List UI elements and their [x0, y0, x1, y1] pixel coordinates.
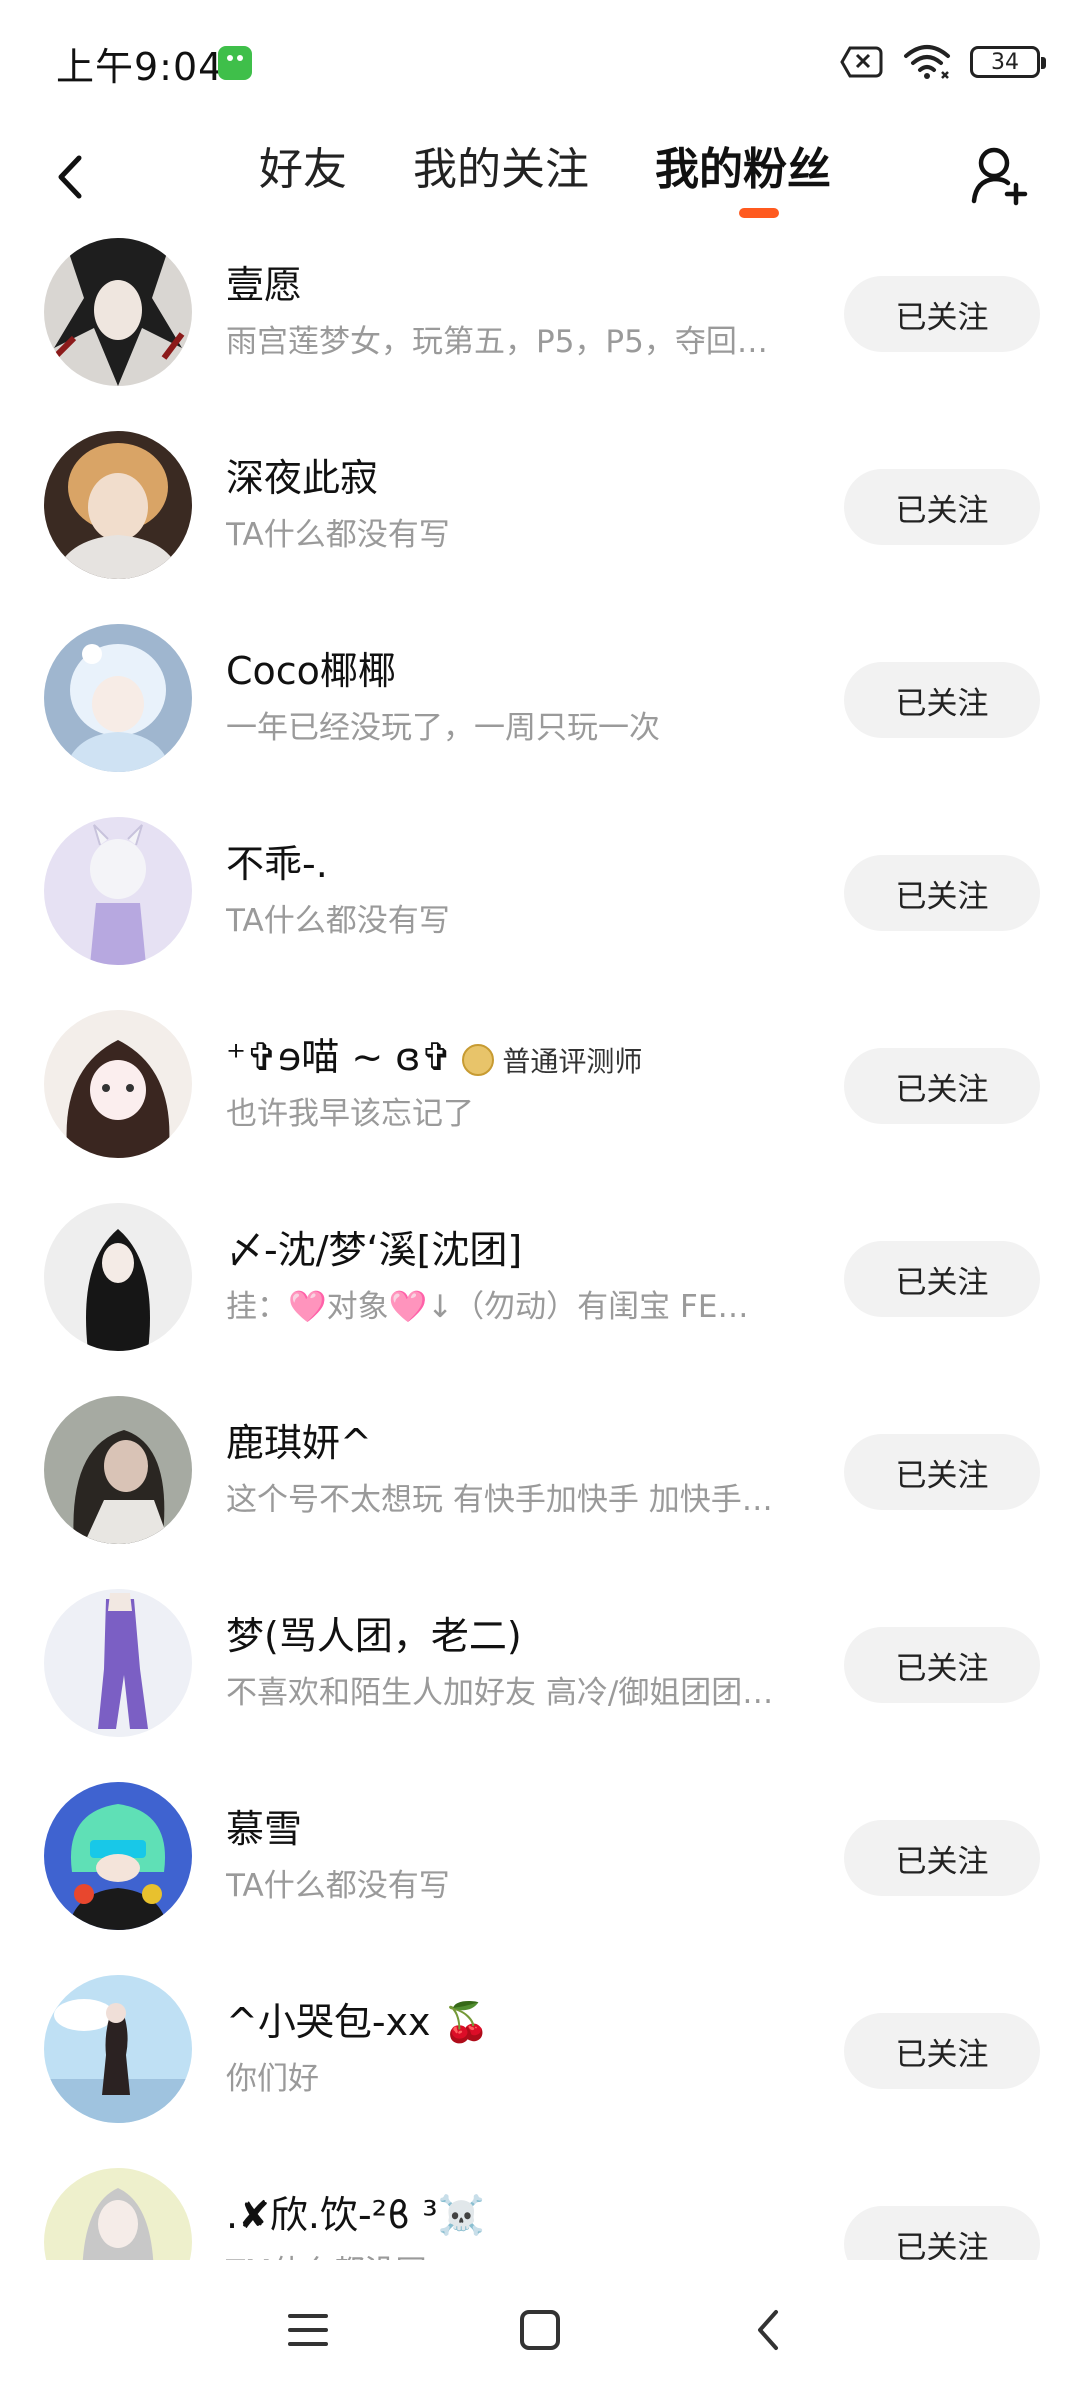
user-name: 深夜此寂	[226, 456, 379, 500]
avatar[interactable]	[44, 1782, 192, 1930]
list-item[interactable]: .✘欣.饮-²ϐ ³☠️ TM什么都没写 已关注	[0, 2120, 1080, 2260]
avatar[interactable]	[44, 624, 192, 772]
add-user-icon	[971, 147, 1028, 206]
tab-fans-label: 我的粉丝	[655, 144, 831, 195]
list-item[interactable]: ^小哭包-xx 🍒 你们好 已关注	[0, 1927, 1080, 2123]
followed-button[interactable]: 已关注	[844, 469, 1040, 545]
status-time: 上午9:04	[56, 45, 224, 89]
tab-fans[interactable]: 我的粉丝	[655, 120, 831, 218]
list-item[interactable]: 不乖-. TA什么都没有写 已关注	[0, 769, 1080, 965]
user-name: 〆-沈/梦‘溪[沈团]	[226, 1228, 523, 1272]
list-item[interactable]: ⁺✞ɘ喵 ~ ɞ✞ 普通评测师 也许我早该忘记了 已关注	[0, 962, 1080, 1158]
list-item[interactable]: 梦(骂人团，老二) 不喜欢和陌生人加好友 高冷/御姐团团… 已关注	[0, 1541, 1080, 1737]
system-back-button[interactable]	[728, 2290, 808, 2370]
list-item[interactable]: 深夜此寂 TA什么都没有写 已关注	[0, 383, 1080, 579]
user-name: 慕雪	[226, 1807, 303, 1851]
avatar-image	[44, 1010, 192, 1158]
avatar[interactable]	[44, 2168, 192, 2260]
status-icons: 34	[840, 40, 1046, 84]
app-notification-icon	[218, 46, 252, 80]
user-bio: TA什么都没有写	[226, 1868, 450, 1904]
user-name: 鹿琪妍^	[226, 1421, 372, 1465]
user-name: 不乖-.	[226, 842, 328, 886]
user-bio: TM什么都没写	[226, 2246, 806, 2260]
user-bio: 也许我早该忘记了	[226, 1096, 474, 1132]
user-name: 壹愿	[226, 263, 303, 307]
list-item[interactable]: 壹愿 雨宫莲梦女，玩第五，P5，P5，夺回… 已关注	[0, 220, 1080, 386]
avatar[interactable]	[44, 1396, 192, 1544]
user-name: ⁺✞ɘ喵 ~ ɞ✞ 普通评测师	[226, 1026, 642, 1081]
avatar[interactable]	[44, 431, 192, 579]
user-bio: 挂：🩷对象🩷↓（勿动）有闺宝 FE…	[226, 1289, 749, 1325]
avatar[interactable]	[44, 1589, 192, 1737]
fans-list[interactable]: 壹愿 雨宫莲梦女，玩第五，P5，P5，夺回… 已关注 深夜此寂 TA什么都没有写…	[0, 220, 1080, 2260]
user-bio: 你们好	[226, 2061, 319, 2097]
reviewer-badge-label: 普通评测师	[502, 1044, 643, 1078]
user-bio: TA什么都没有写	[226, 517, 450, 553]
system-nav-bar	[0, 2260, 1080, 2400]
wifi-icon	[904, 45, 950, 79]
user-bio: 一年已经没玩了，一周只玩一次	[226, 710, 660, 746]
avatar-image	[44, 1782, 192, 1930]
avatar-image	[44, 1975, 192, 2123]
battery-level: 34	[991, 49, 1019, 75]
back-icon	[758, 2310, 778, 2350]
user-name: .✘欣.饮-²ϐ ³☠️	[226, 2193, 485, 2237]
followed-button[interactable]: 已关注	[844, 1434, 1040, 1510]
avatar-image	[44, 2168, 192, 2260]
list-item[interactable]: 慕雪 TA什么都没有写 已关注	[0, 1734, 1080, 1930]
add-friend-button[interactable]	[960, 130, 1040, 220]
followed-button[interactable]: 已关注	[844, 1048, 1040, 1124]
list-item[interactable]: 鹿琪妍^ 这个号不太想玩 有快手加快手 加快手… 已关注	[0, 1348, 1080, 1544]
followed-button[interactable]: 已关注	[844, 1820, 1040, 1896]
user-name: ^小哭包-xx 🍒	[226, 2000, 490, 2044]
avatar-image	[44, 1396, 192, 1544]
menu-button[interactable]	[268, 2290, 348, 2370]
avatar-image	[44, 238, 192, 386]
avatar[interactable]	[44, 238, 192, 386]
home-icon	[520, 2310, 560, 2350]
user-name: Coco椰椰	[226, 649, 396, 693]
reviewer-badge: 普通评测师	[462, 1040, 642, 1080]
user-bio: TA什么都没有写	[226, 903, 450, 939]
active-tab-indicator	[739, 208, 779, 218]
avatar[interactable]	[44, 1010, 192, 1158]
user-bio: 不喜欢和陌生人加好友 高冷/御姐团团…	[226, 1675, 774, 1711]
followed-button[interactable]: 已关注	[844, 1627, 1040, 1703]
avatar-image	[44, 431, 192, 579]
followed-button[interactable]: 已关注	[844, 2013, 1040, 2089]
tab-following[interactable]: 我的关注	[413, 120, 589, 210]
avatar-image	[44, 624, 192, 772]
medal-icon	[462, 1043, 495, 1076]
followed-button[interactable]: 已关注	[844, 662, 1040, 738]
user-bio: 雨宫莲梦女，玩第五，P5，P5，夺回…	[226, 324, 768, 360]
followed-button[interactable]: 已关注	[844, 276, 1040, 352]
avatar-image	[44, 817, 192, 965]
followed-button[interactable]: 已关注	[844, 2206, 1040, 2260]
user-name: 梦(骂人团，老二)	[226, 1614, 522, 1658]
tab-friends[interactable]: 好友	[259, 120, 347, 210]
followed-button[interactable]: 已关注	[844, 1241, 1040, 1317]
followed-button[interactable]: 已关注	[844, 855, 1040, 931]
avatar-image	[44, 1589, 192, 1737]
menu-icon	[288, 2314, 328, 2346]
user-bio: 这个号不太想玩 有快手加快手 加快手…	[226, 1482, 773, 1518]
user-name-text: ⁺✞ɘ喵 ~ ɞ✞	[226, 1035, 453, 1079]
avatar[interactable]	[44, 1975, 192, 2123]
avatar[interactable]	[44, 1203, 192, 1351]
battery-icon: 34	[970, 46, 1046, 78]
list-item[interactable]: 〆-沈/梦‘溪[沈团] 挂：🩷对象🩷↓（勿动）有闺宝 FE… 已关注	[0, 1155, 1080, 1351]
status-bar: 上午9:04 34	[0, 0, 1080, 120]
avatar[interactable]	[44, 817, 192, 965]
home-button[interactable]	[500, 2290, 580, 2370]
avatar-image	[44, 1203, 192, 1351]
list-item[interactable]: Coco椰椰 一年已经没玩了，一周只玩一次 已关注	[0, 576, 1080, 772]
no-sim-icon	[840, 46, 883, 78]
